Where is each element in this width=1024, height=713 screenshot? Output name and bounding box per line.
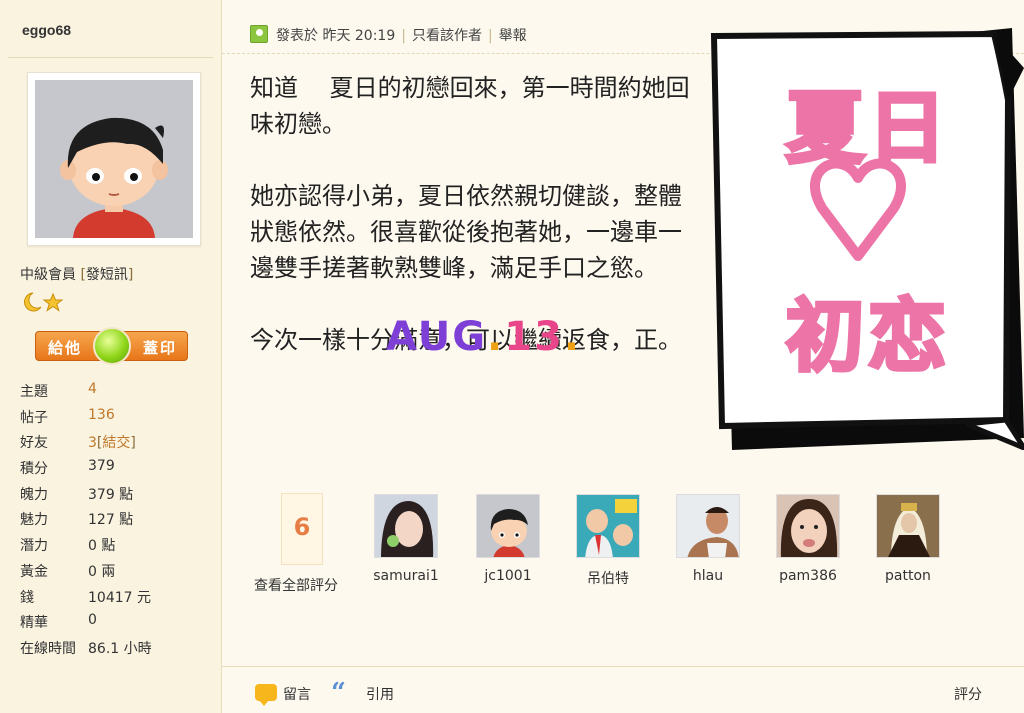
report-link[interactable]: 舉報: [499, 28, 527, 44]
user-sidebar: eggo68 中級會員 [發短訊] 給他 蓋印 主題 4 帖子 136 好友 3…: [0, 0, 222, 713]
medals: [21, 291, 65, 317]
stamp-day: 13: [504, 314, 564, 360]
stat-value: 379 點: [88, 486, 134, 503]
gift-stamp-bar: 給他 蓋印: [35, 327, 188, 365]
comment-button[interactable]: 留言: [283, 684, 311, 704]
rater[interactable]: patton: [868, 494, 948, 584]
stat-charm: 魅力 127 點: [20, 509, 220, 535]
rater-name[interactable]: pam386: [768, 568, 848, 584]
username[interactable]: eggo68: [22, 22, 212, 38]
stat-label: 潛力: [20, 538, 48, 555]
rate-button[interactable]: 評分: [954, 684, 982, 704]
stamp-dot: .: [563, 314, 582, 360]
post-paragraph: 她亦認得小弟，夏日依然親切健談，整體狀態依然。很喜歡從後抱著她，一邊車一邊雙手搓…: [250, 182, 682, 282]
stat-online-time: 在線時間 86.1 小時: [20, 638, 220, 664]
stat-label: 積分: [20, 461, 48, 478]
rating-count: 6: [281, 493, 323, 565]
rater-avatar[interactable]: [676, 494, 740, 558]
moon-star-icon: [24, 292, 64, 312]
stamp-dot: .: [487, 314, 505, 360]
quote-icon[interactable]: “: [331, 680, 346, 706]
rater[interactable]: jc1001: [468, 494, 548, 584]
stat-label: 好友: [20, 435, 48, 452]
sticker-subtitle: 初恋: [784, 290, 950, 384]
stat-credits: 積分 379: [20, 458, 220, 484]
rater[interactable]: samurai1: [366, 494, 446, 584]
user-stats: 主題 4 帖子 136 好友 3[結交] 積分 379 魄力 379 點 魅力 …: [20, 381, 220, 664]
rater-photo: [375, 495, 437, 557]
rank-label: 中級會員: [20, 267, 76, 283]
stat-essence: 精華 0: [20, 612, 220, 638]
stamp-month: AUG: [386, 314, 488, 360]
stat-topics: 主題 4: [20, 381, 220, 407]
add-friend-link[interactable]: 結交: [102, 435, 130, 451]
footer-divider: [222, 666, 1024, 667]
avatar[interactable]: [27, 72, 201, 246]
stat-value[interactable]: 136: [88, 407, 115, 423]
stat-label: 黃金: [20, 563, 48, 580]
rater-avatar[interactable]: [576, 494, 640, 558]
stamp-button[interactable]: 蓋印: [143, 337, 177, 358]
rater-avatar[interactable]: [374, 494, 438, 558]
stat-label: 主題: [20, 384, 48, 400]
stat-boldness: 魄力 379 點: [20, 484, 220, 510]
posted-time: 昨天 20:19: [322, 28, 396, 44]
rater-photo: [777, 495, 839, 557]
date-stamp: AUG.13.: [386, 314, 581, 360]
view-all-ratings-link[interactable]: 查看全部評分: [254, 575, 338, 595]
quote-button[interactable]: 引用: [366, 684, 394, 704]
stat-value: 86.1 小時: [88, 640, 152, 657]
rater-photo: [877, 495, 939, 557]
stat-posts: 帖子 136: [20, 407, 220, 433]
stat-label: 魄力: [20, 486, 48, 503]
rater-photo: [577, 495, 639, 557]
stat-friends: 好友 3[結交]: [20, 432, 220, 458]
gift-ball-icon: [93, 327, 131, 365]
rank-line: 中級會員 [發短訊]: [20, 267, 134, 283]
rater-avatar[interactable]: [476, 494, 540, 558]
comment-icon[interactable]: [255, 684, 277, 706]
stat-value: 3[結交]: [88, 435, 136, 452]
stat-label: 精華: [20, 615, 48, 632]
post-meta: 發表於 昨天 20:19 | 只看該作者 | 舉報: [276, 28, 527, 44]
stat-label: 魅力: [20, 512, 48, 529]
stat-label: 錢: [20, 589, 34, 606]
rater[interactable]: 吊伯特: [568, 494, 648, 588]
stat-value: 0 兩: [88, 563, 116, 580]
stat-value: 0: [88, 612, 97, 629]
sticker-title: 夏日: [784, 82, 950, 176]
rater-photo: [677, 495, 739, 557]
stat-value: 379: [88, 458, 115, 475]
rater[interactable]: hlau: [668, 494, 748, 584]
friends-count[interactable]: 3: [88, 435, 97, 451]
stat-value[interactable]: 4: [88, 381, 97, 397]
stat-gold: 黃金 0 兩: [20, 561, 220, 587]
rater-avatar[interactable]: [876, 494, 940, 558]
rater-name[interactable]: 吊伯特: [568, 568, 648, 588]
send-message-link[interactable]: 發短訊: [86, 267, 128, 283]
stat-label: 在線時間: [20, 640, 76, 657]
rater-name[interactable]: samurai1: [366, 568, 446, 584]
stat-money: 錢 10417 元: [20, 587, 220, 613]
stat-potential: 潛力 0 點: [20, 535, 220, 561]
sticker-image: 夏日 初恋: [706, 28, 1024, 450]
posted-label: 發表於: [276, 28, 318, 44]
rater-photo: [477, 495, 539, 557]
stat-value: 0 點: [88, 538, 116, 555]
rater-avatar[interactable]: [776, 494, 840, 558]
gift-button[interactable]: 給他: [48, 337, 82, 358]
stat-value: 127 點: [88, 512, 134, 529]
stat-label: 帖子: [20, 409, 48, 426]
stat-value: 10417 元: [88, 589, 151, 606]
rater-name[interactable]: hlau: [668, 568, 748, 584]
divider: [8, 57, 213, 58]
online-status-icon: [250, 25, 268, 43]
avatar-illustration: [35, 80, 193, 238]
rater[interactable]: pam386: [768, 494, 848, 584]
only-author-link[interactable]: 只看該作者: [412, 28, 482, 44]
post-paragraph: 知道 夏日的初戀回來，第一時間約她回味初戀。: [250, 74, 690, 138]
rater-name[interactable]: patton: [868, 568, 948, 584]
rater-name[interactable]: jc1001: [468, 568, 548, 584]
